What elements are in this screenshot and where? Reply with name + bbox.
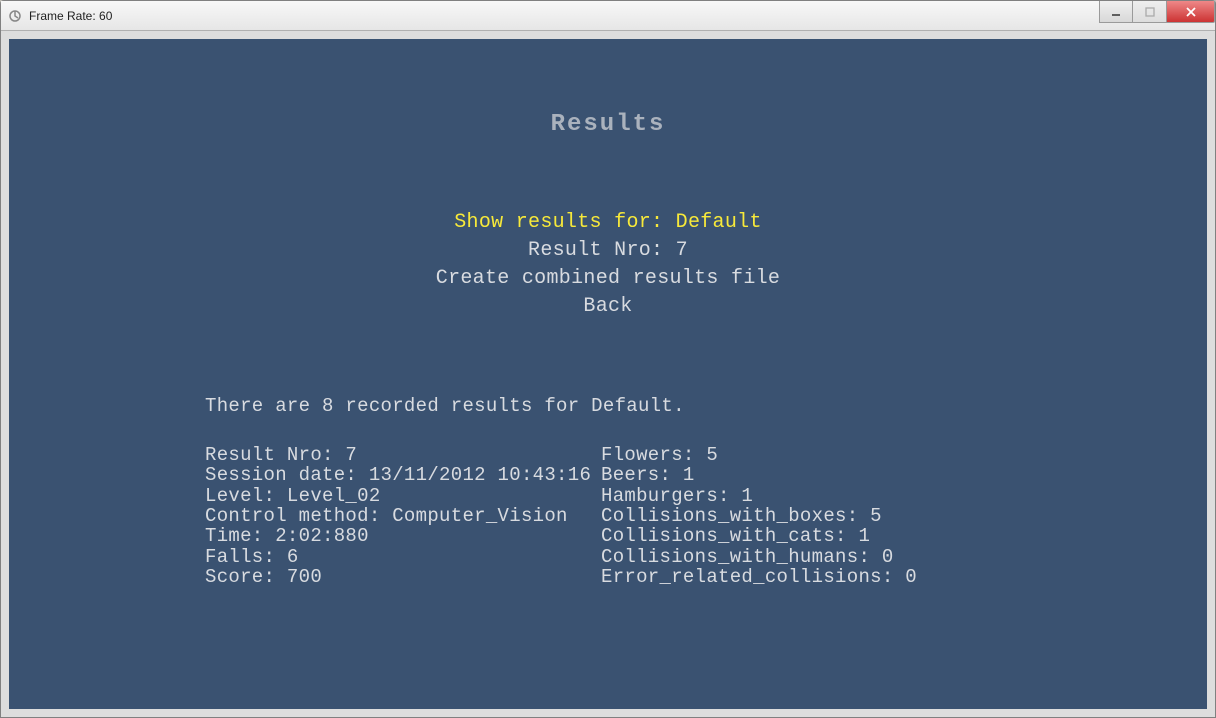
page-title: Results xyxy=(551,111,666,138)
client-area: Results Show results for: Default Result… xyxy=(1,31,1215,717)
close-icon xyxy=(1185,6,1197,18)
app-window: Frame Rate: 60 Results Show results for:… xyxy=(0,0,1216,718)
app-icon xyxy=(7,8,23,24)
summary-text: There are 8 recorded results for Default… xyxy=(205,395,685,417)
maximize-button[interactable] xyxy=(1133,1,1167,23)
result-nro-label: Result Nro: xyxy=(528,239,676,262)
result-nro-value: 7 xyxy=(676,239,688,262)
minimize-button[interactable] xyxy=(1099,1,1133,23)
window-buttons xyxy=(1099,1,1215,30)
result-nro-option[interactable]: Result Nro: 7 xyxy=(436,237,780,265)
show-results-for-value: Default xyxy=(676,211,762,234)
results-menu: Show results for: Default Result Nro: 7 … xyxy=(436,209,780,321)
titlebar: Frame Rate: 60 xyxy=(1,1,1215,31)
game-results-screen: Results Show results for: Default Result… xyxy=(9,39,1207,709)
titlebar-left: Frame Rate: 60 xyxy=(7,8,112,24)
minimize-icon xyxy=(1111,7,1121,17)
window-title: Frame Rate: 60 xyxy=(29,9,112,23)
details-column-left: Result Nro: 7 Session date: 13/11/2012 1… xyxy=(205,445,601,587)
show-results-for-label: Show results for: xyxy=(454,211,675,234)
maximize-icon xyxy=(1145,7,1155,17)
create-combined-option[interactable]: Create combined results file xyxy=(436,265,780,293)
details-column-right: Flowers: 5 Beers: 1 Hamburgers: 1 Collis… xyxy=(601,445,917,587)
show-results-for-option[interactable]: Show results for: Default xyxy=(436,209,780,237)
result-details: Result Nro: 7 Session date: 13/11/2012 1… xyxy=(205,445,917,587)
back-option[interactable]: Back xyxy=(436,293,780,321)
close-button[interactable] xyxy=(1167,1,1215,23)
